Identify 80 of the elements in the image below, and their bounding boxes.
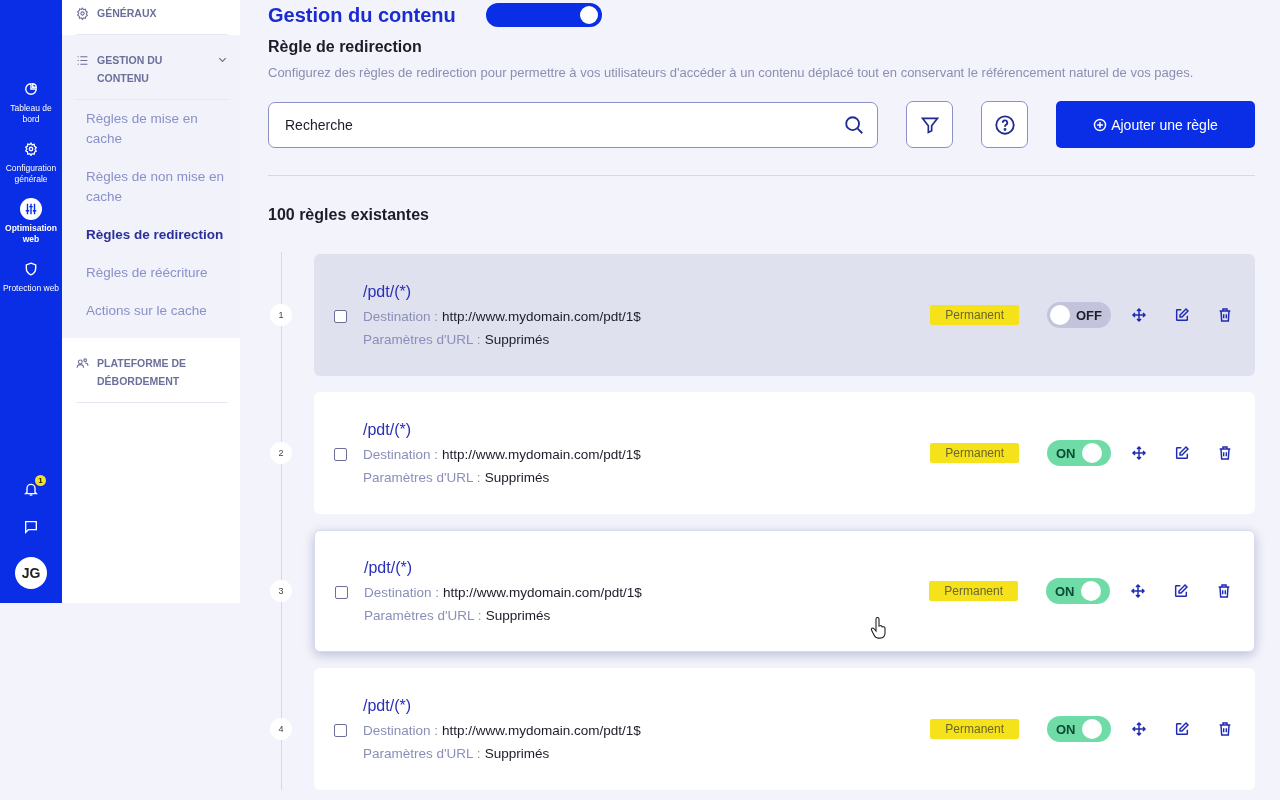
checkbox[interactable] bbox=[334, 724, 347, 737]
edit-icon[interactable] bbox=[1173, 583, 1189, 599]
sliders-icon bbox=[24, 202, 38, 216]
trash-icon[interactable] bbox=[1217, 307, 1233, 323]
edit-icon[interactable] bbox=[1174, 721, 1190, 737]
gear-icon bbox=[24, 142, 38, 156]
search-field[interactable]: Recherche bbox=[268, 101, 878, 148]
field-label: Paramètres d'URL : bbox=[364, 608, 482, 623]
field-label: Destination : bbox=[363, 723, 439, 738]
step-number: 4 bbox=[270, 718, 292, 740]
status-tag: Permanent bbox=[930, 305, 1019, 325]
sidebar-link[interactable]: Règles de redirection bbox=[76, 216, 228, 254]
rail-item[interactable]: Tableau de bord bbox=[0, 78, 62, 124]
add-rule-button[interactable]: Ajouter une règle bbox=[1056, 101, 1255, 148]
field-value: Supprimés bbox=[484, 470, 550, 485]
field-value: Supprimés bbox=[484, 746, 550, 761]
trash-icon[interactable] bbox=[1217, 721, 1233, 737]
shield-icon bbox=[24, 262, 38, 276]
plus-circle-icon bbox=[1093, 117, 1108, 132]
search-icon bbox=[843, 113, 865, 136]
field-label: Destination : bbox=[364, 585, 440, 600]
field-value: http://www.mydomain.com/pdt/1$ bbox=[442, 447, 641, 462]
help-icon bbox=[993, 113, 1016, 136]
step-number: 2 bbox=[270, 442, 292, 464]
checkbox[interactable] bbox=[334, 310, 347, 323]
notification-badge: 1 bbox=[35, 475, 46, 486]
status-tag: Permanent bbox=[930, 719, 1019, 739]
field-value: Supprimés bbox=[484, 332, 550, 347]
gear-icon bbox=[76, 7, 89, 20]
field-value: Supprimés bbox=[485, 608, 551, 623]
status-tag: Permanent bbox=[929, 581, 1018, 601]
chat-icon[interactable] bbox=[23, 519, 39, 535]
hand-cursor-icon bbox=[870, 617, 888, 639]
section-description: Configurez des règles de redirection pour permettre à vos utilisateurs d'accéder à un contenu déplacé tout en conservant le référencement naturel de vos pages. bbox=[268, 64, 1195, 82]
user-avatar[interactable]: JG bbox=[15, 557, 47, 589]
checkbox[interactable] bbox=[334, 448, 347, 461]
list-icon bbox=[76, 54, 89, 67]
field-label: Paramètres d'URL : bbox=[363, 470, 481, 485]
help-button[interactable] bbox=[981, 101, 1028, 148]
checkbox[interactable] bbox=[335, 586, 348, 599]
toggle-switch[interactable]: OFF bbox=[1047, 302, 1111, 328]
section-header[interactable]: PLATEFORME DE DÉBORDEMENT bbox=[76, 338, 228, 403]
toggle-switch[interactable] bbox=[485, 3, 602, 27]
pie-chart-icon bbox=[24, 82, 38, 96]
field-value: http://www.mydomain.com/pdt/1$ bbox=[442, 309, 641, 324]
edit-icon[interactable] bbox=[1174, 307, 1190, 323]
move-icon[interactable] bbox=[1130, 583, 1146, 599]
filter-button[interactable] bbox=[906, 101, 953, 148]
field-label: Paramètres d'URL : bbox=[363, 332, 481, 347]
rail-item[interactable]: Protection web bbox=[0, 258, 62, 294]
bell-icon[interactable] bbox=[23, 481, 39, 497]
field-label: Paramètres d'URL : bbox=[363, 746, 481, 761]
field-value: http://www.mydomain.com/pdt/1$ bbox=[443, 585, 642, 600]
move-icon[interactable] bbox=[1131, 445, 1147, 461]
section-header[interactable]: GESTION DU CONTENU bbox=[76, 35, 228, 100]
field-value: http://www.mydomain.com/pdt/1$ bbox=[442, 723, 641, 738]
toggle-switch[interactable]: ON bbox=[1047, 440, 1111, 466]
toggle-switch[interactable]: ON bbox=[1046, 578, 1110, 604]
rule-path[interactable]: /pdt/(*) bbox=[334, 283, 931, 301]
rail-item[interactable]: Optimisation web bbox=[0, 198, 62, 244]
field-label: Destination : bbox=[363, 309, 439, 324]
field-label: Destination : bbox=[363, 447, 439, 462]
move-icon[interactable] bbox=[1131, 307, 1147, 323]
section-title: Règle de redirection bbox=[268, 38, 423, 56]
rule-path[interactable]: /pdt/(*) bbox=[334, 697, 931, 715]
page-title: Gestion du contenu bbox=[268, 3, 456, 27]
status-tag: Permanent bbox=[930, 443, 1019, 463]
rule-count: 100 règles existantes bbox=[268, 206, 430, 224]
edit-icon[interactable] bbox=[1174, 445, 1190, 461]
trash-icon[interactable] bbox=[1217, 445, 1233, 461]
step-number: 3 bbox=[270, 580, 292, 602]
rule-path[interactable]: /pdt/(*) bbox=[335, 559, 930, 577]
trash-icon[interactable] bbox=[1216, 583, 1232, 599]
move-icon[interactable] bbox=[1131, 721, 1147, 737]
rail-item[interactable]: Configuration générale bbox=[0, 138, 62, 184]
rule-path[interactable]: /pdt/(*) bbox=[334, 421, 931, 439]
search-input[interactable]: Recherche bbox=[283, 115, 843, 134]
toggle-switch[interactable]: ON bbox=[1047, 716, 1111, 742]
users-icon bbox=[76, 357, 89, 370]
step-number: 1 bbox=[270, 304, 292, 326]
